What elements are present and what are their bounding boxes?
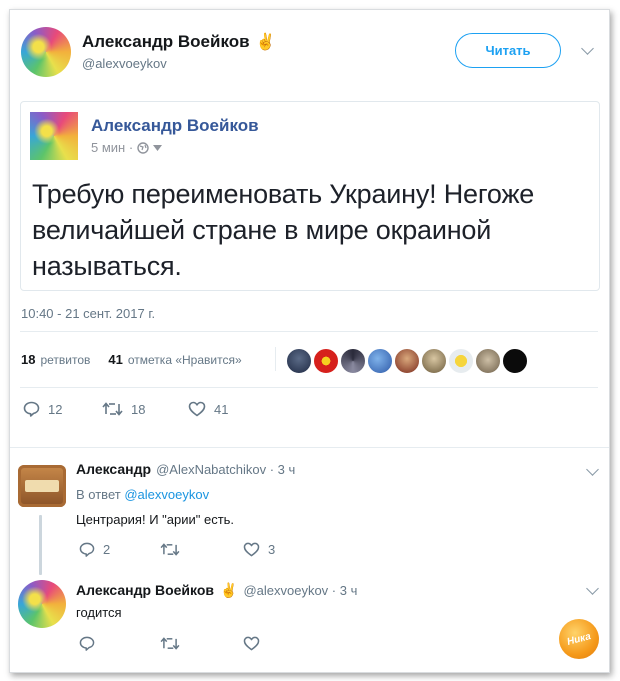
reply-icon [79,542,95,557]
reply-1-reply-action[interactable]: 2 [79,542,110,557]
likes-count[interactable]: 41 [108,352,122,367]
liker-avatar[interactable] [475,348,501,374]
reply-1-retweet-action[interactable] [160,542,180,557]
reply-2-chevron-down-icon[interactable] [586,582,599,595]
reply-2-avatar[interactable] [18,580,66,628]
quoted-text: Требую переименовать Украину! Негоже вел… [32,179,535,281]
reply-2-like-action[interactable] [243,636,260,651]
stats-divider [275,347,276,371]
liker-avatar[interactable] [502,348,528,374]
globe-icon [137,141,149,154]
author-avatar[interactable] [21,27,71,77]
liker-avatar[interactable] [394,348,420,374]
reply-2-reply-action[interactable] [79,636,95,651]
reply-1-in-reply-handle[interactable]: @alexvoeykov [124,487,209,502]
tweet-timestamp[interactable]: 10:40 - 21 сент. 2017 г. [21,306,155,321]
reply-icon [23,401,40,417]
watermark-logo: Ника [559,619,599,659]
like-action[interactable]: 41 [188,401,228,417]
author-handle[interactable]: @alexvoeykov [82,56,167,71]
reply-action[interactable]: 12 [23,401,62,417]
reply-1-avatar[interactable] [18,465,66,507]
reply-1-chevron-down-icon[interactable] [586,463,599,476]
liker-avatar[interactable] [367,348,393,374]
caret-down-icon[interactable] [153,144,163,151]
tweet-card: Александр Воейков ✌ @alexvoeykov Читать … [9,9,610,673]
quoted-avatar [30,112,78,160]
victory-hand-icon: ✌ [255,34,276,51]
replies-divider [10,447,609,448]
reply-2-text: годится [76,605,122,620]
retweet-icon [102,402,123,416]
retweet-icon [160,543,180,556]
reply-2-name[interactable]: Александр Воейков [76,582,214,598]
chevron-down-icon[interactable] [581,42,594,55]
reply-1-name[interactable]: Александр [76,461,151,477]
heart-icon [188,401,206,417]
retweet-count: 18 [131,401,146,417]
retweet-icon [160,637,180,650]
divider [20,387,598,388]
reply-count: 12 [48,401,63,417]
reply-1-handle[interactable]: @AlexNabatchikov · 3 ч [156,462,295,477]
reply-icon [79,636,95,651]
reply-1-like-action[interactable]: 3 [243,542,275,557]
liker-avatars [286,348,528,374]
reply-2-retweet-action[interactable] [160,636,180,651]
victory-hand-icon: ✌ [220,582,238,598]
reply-2-handle[interactable]: @alexvoeykov · 3 ч [243,583,357,598]
author-name[interactable]: Александр Воейков [82,32,250,52]
quoted-author-name[interactable]: Александр Воейков [91,116,259,136]
thread-line [39,515,42,575]
liker-avatar[interactable] [448,348,474,374]
reply-1-reply-count: 2 [103,542,111,557]
reply-1-text: Центрария! И "арии" есть. [76,512,235,527]
reply-1-in-reply-prefix: В ответ [76,487,121,502]
liker-avatar[interactable] [286,348,312,374]
quoted-meta: 5 мин · [91,140,134,155]
likes-label[interactable]: отметка «Нравится» [128,353,242,367]
retweet-action[interactable]: 18 [102,401,145,417]
heart-icon [243,542,260,557]
like-count: 41 [214,401,229,417]
follow-button-label: Читать [485,43,531,58]
heart-icon [243,636,260,651]
divider [20,331,598,332]
retweets-label[interactable]: ретвитов [40,353,90,367]
liker-avatar[interactable] [421,348,447,374]
liker-avatar[interactable] [340,348,366,374]
reply-1-like-count: 3 [268,542,276,557]
follow-button[interactable]: Читать [455,33,561,68]
retweets-count[interactable]: 18 [21,352,35,367]
quoted-post[interactable]: Александр Воейков 5 мин · Требую переиме… [20,101,600,291]
liker-avatar[interactable] [313,348,339,374]
watermark-text: Ника [565,630,593,648]
